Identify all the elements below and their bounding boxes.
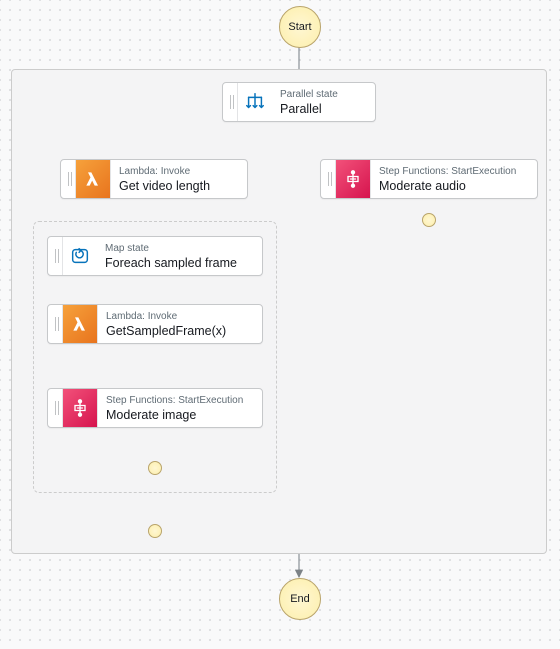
node-type: Lambda: Invoke — [106, 310, 252, 323]
node-type: Step Functions: StartExecution — [106, 394, 252, 407]
branch-end-circle — [148, 524, 162, 538]
node-label: Parallel — [280, 101, 365, 117]
node-label: Get video length — [119, 178, 237, 194]
workflow-canvas: Start Parallel state Parallel Lambda: In… — [0, 0, 560, 649]
node-label: Moderate image — [106, 407, 252, 423]
end-terminal[interactable]: End — [279, 578, 321, 620]
branch-end-circle — [422, 213, 436, 227]
node-type: Lambda: Invoke — [119, 165, 237, 178]
get-sampled-frame-node[interactable]: Lambda: Invoke GetSampledFrame(x) — [47, 304, 263, 344]
node-label: Foreach sampled frame — [105, 255, 252, 271]
start-label: Start — [288, 21, 311, 33]
parallel-icon — [238, 83, 272, 121]
lambda-icon — [63, 305, 98, 343]
step-functions-icon — [336, 160, 371, 198]
node-label: Moderate audio — [379, 178, 527, 194]
end-label: End — [290, 593, 310, 605]
parallel-state-node[interactable]: Parallel state Parallel — [222, 82, 376, 122]
node-type: Step Functions: StartExecution — [379, 165, 527, 178]
node-type: Parallel state — [280, 88, 365, 101]
drag-handle[interactable] — [61, 160, 76, 198]
start-terminal[interactable]: Start — [279, 6, 321, 48]
node-type: Map state — [105, 242, 252, 255]
get-video-length-node[interactable]: Lambda: Invoke Get video length — [60, 159, 248, 199]
map-icon — [63, 237, 97, 275]
moderate-audio-node[interactable]: Step Functions: StartExecution Moderate … — [320, 159, 538, 199]
drag-handle[interactable] — [48, 305, 63, 343]
lambda-icon — [76, 160, 111, 198]
branch-end-circle — [148, 461, 162, 475]
step-functions-icon — [63, 389, 98, 427]
drag-handle[interactable] — [48, 389, 63, 427]
drag-handle[interactable] — [223, 83, 238, 121]
drag-handle[interactable] — [321, 160, 336, 198]
moderate-image-node[interactable]: Step Functions: StartExecution Moderate … — [47, 388, 263, 428]
map-state-node[interactable]: Map state Foreach sampled frame — [47, 236, 263, 276]
drag-handle[interactable] — [48, 237, 63, 275]
node-label: GetSampledFrame(x) — [106, 323, 252, 339]
